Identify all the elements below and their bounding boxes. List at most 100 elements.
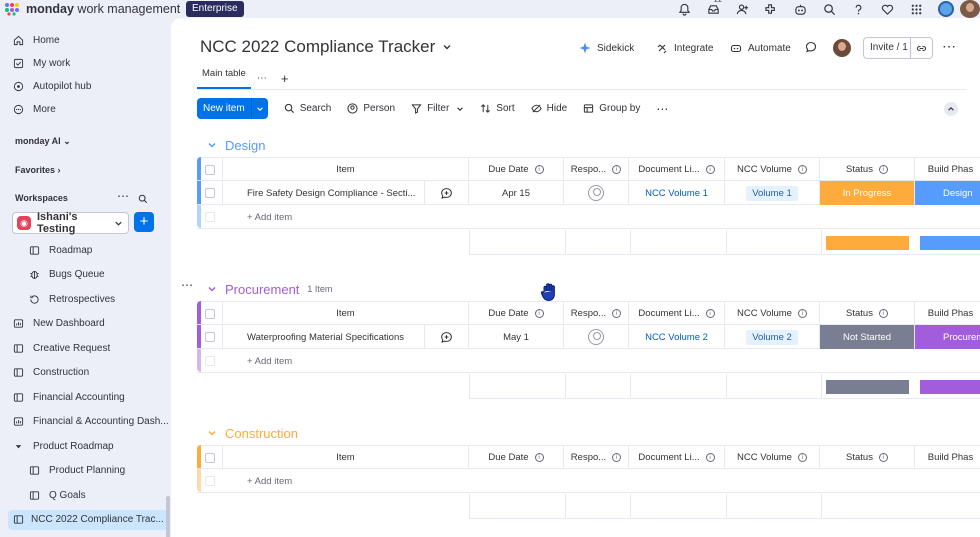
sidebar-item-construction[interactable]: Construction [13,363,89,383]
column-header-item[interactable]: Item [223,157,469,181]
new-item-dropdown-icon[interactable] [252,98,268,119]
table-row[interactable]: Waterproofing Material Specifications May… [197,325,980,349]
row-checkbox[interactable] [204,188,215,198]
updates-chat-icon[interactable] [805,41,817,53]
status-summary-bar[interactable] [826,236,909,250]
sidekick-button[interactable]: Sidekick [579,40,634,56]
cell-ncc-volume[interactable]: Volume 2 [725,325,820,349]
copy-link-icon[interactable] [911,43,932,54]
user-avatar[interactable] [960,0,980,18]
column-header-item[interactable]: Item [223,445,469,469]
select-all-checkbox[interactable] [204,308,215,319]
filter-button[interactable]: Filter [411,103,464,114]
add-item-row[interactable]: + Add item [197,349,980,373]
bell-icon[interactable] [670,0,699,18]
board-title[interactable]: NCC 2022 Compliance Tracker [200,37,452,57]
row-checkbox[interactable] [204,332,215,342]
cell-comment[interactable] [425,181,469,205]
favorites-section[interactable]: Favorites › [15,165,61,175]
inbox-icon[interactable]: 22 [699,0,728,18]
column-header-due-date[interactable]: Due Date i [469,157,564,181]
document-link[interactable]: NCC Volume 1 [645,188,708,199]
column-header-document-link[interactable]: Document Li... i [629,157,725,181]
add-item-row[interactable]: + Add item [197,205,980,229]
help-icon[interactable] [844,0,873,18]
sidebar-item-home[interactable]: Home [13,30,60,50]
sidebar-item-more[interactable]: More [13,99,56,119]
person-placeholder-icon[interactable] [588,185,604,201]
cell-due-date[interactable]: Apr 15 [469,181,564,205]
ai-orb-icon[interactable] [931,0,960,18]
column-header-build-phase[interactable]: Build Phas [915,157,980,181]
workspace-search-icon[interactable] [138,194,148,204]
info-icon[interactable]: i [612,165,622,174]
info-icon[interactable]: i [878,309,888,318]
info-icon[interactable]: i [705,309,715,318]
cell-document-link[interactable]: NCC Volume 2 [629,325,725,349]
info-icon[interactable]: i [797,453,807,462]
sidebar-item-product-roadmap[interactable]: Product Roadmap [13,436,114,456]
chevron-down-icon[interactable] [207,428,217,438]
sort-button[interactable]: Sort [480,103,515,114]
info-icon[interactable]: i [705,453,715,462]
apps-grid-icon[interactable] [902,0,931,18]
add-item-row[interactable]: + Add item [197,469,980,493]
chevron-down-icon[interactable] [456,105,464,113]
search-button[interactable]: Search [284,103,331,114]
new-item-button[interactable]: New item [197,98,268,119]
info-icon[interactable]: i [534,309,544,318]
board-more-menu-icon[interactable]: ⋯ [942,38,957,55]
heart-icon[interactable] [873,0,902,18]
column-header-document-link[interactable]: Document Li... i [629,445,725,469]
column-header-status[interactable]: Status i [820,157,915,181]
table-row[interactable]: Fire Safety Design Compliance - Secti...… [197,181,980,205]
group-header-procurement[interactable]: Procurement 1 Item [207,280,332,298]
cell-comment[interactable] [425,325,469,349]
status-summary-bar[interactable] [826,380,909,394]
add-to-workspace-button[interactable]: + [134,212,154,232]
tab-main-table[interactable]: Main table [197,67,251,89]
info-icon[interactable]: i [797,309,807,318]
cell-status[interactable]: Not Started [820,325,915,349]
info-icon[interactable]: i [878,165,888,174]
group-header-design[interactable]: Design [207,136,265,154]
group-header-construction[interactable]: Construction [207,424,298,442]
add-update-icon[interactable] [440,187,453,200]
column-header-ncc-volume[interactable]: NCC Volume i [725,301,820,325]
group-menu-icon[interactable]: ⋯ [181,278,194,292]
folder-caret-icon[interactable] [13,441,33,452]
sidebar-scrollbar[interactable] [166,496,170,537]
info-icon[interactable]: i [612,453,622,462]
sidebar-item-product-planning[interactable]: Product Planning [29,461,125,481]
column-header-ncc-volume[interactable]: NCC Volume i [725,157,820,181]
group-by-button[interactable]: Group by [583,103,640,114]
column-header-status[interactable]: Status i [820,301,915,325]
add-item-cell[interactable]: + Add item [223,205,523,229]
column-header-status[interactable]: Status i [820,445,915,469]
column-header-due-date[interactable]: Due Date i [469,301,564,325]
add-item-cell[interactable]: + Add item [223,349,523,373]
sidebar-item-new-dashboard[interactable]: New Dashboard [13,314,105,334]
column-header-responsible[interactable]: Respo... i [564,301,629,325]
monday-logo-icon[interactable] [4,2,20,16]
sidebar-item-my-work[interactable]: My work [13,53,70,73]
info-icon[interactable]: i [797,165,807,174]
sidebar-item-q-goals[interactable]: Q Goals [29,485,86,505]
toolbar-more-icon[interactable]: ⋯ [656,102,669,116]
search-icon[interactable] [815,0,844,18]
person-filter-button[interactable]: Person [347,103,395,114]
add-view-button[interactable]: + [281,71,289,86]
cell-status[interactable]: In Progress [820,181,915,205]
column-header-build-phase[interactable]: Build Phas [915,445,980,469]
tab-options-icon[interactable]: ⋯ [257,73,267,84]
invite-button[interactable]: Invite / 1 [863,37,933,59]
cell-check[interactable] [197,181,223,205]
build-phase-summary-bar[interactable] [920,380,980,394]
monday-ai-section[interactable]: monday AI ⌄ [15,136,71,147]
ai-bot-icon[interactable] [786,0,815,18]
column-header-build-phase[interactable]: Build Phas [915,301,980,325]
column-header-item[interactable]: Item [223,301,469,325]
collapse-header-button[interactable] [944,102,958,116]
info-icon[interactable]: i [612,309,622,318]
cell-responsible[interactable] [564,325,629,349]
